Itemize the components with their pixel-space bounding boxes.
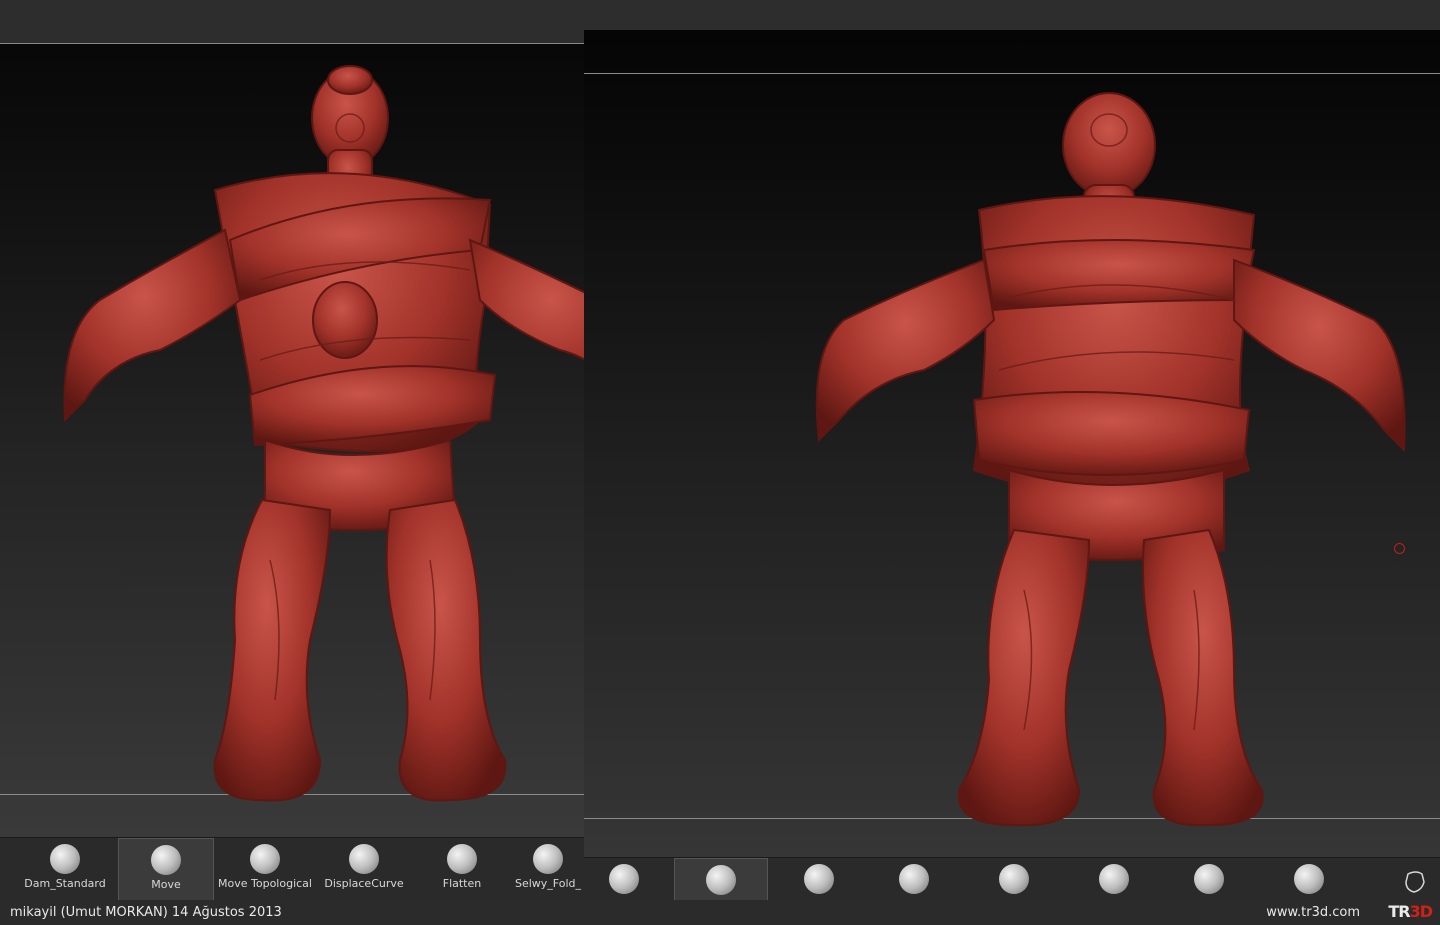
logo-3d: 3D — [1409, 902, 1433, 921]
sculpt-model-front[interactable] — [0, 0, 584, 838]
brush-slot-8[interactable] — [1279, 858, 1339, 900]
brush-icon — [151, 845, 181, 875]
brush-icon — [706, 865, 736, 895]
site-link[interactable]: www.tr3d.com — [1266, 905, 1360, 920]
logo-tr: TR — [1388, 902, 1410, 921]
right-canvas[interactable] — [584, 0, 1440, 858]
sculpt-model-back[interactable] — [584, 0, 1440, 858]
brush-icon — [50, 844, 80, 874]
brush-slot-4[interactable] — [884, 858, 944, 900]
brush-icon — [804, 864, 834, 894]
brush-icon — [609, 864, 639, 894]
brush-icon — [999, 864, 1029, 894]
brush-shelf — [584, 857, 1440, 900]
brush-icon — [447, 844, 477, 874]
brush-icon — [1294, 864, 1324, 894]
tr3d-logo-icon — [1405, 871, 1425, 893]
brush-slot-2[interactable] — [674, 858, 768, 900]
brush-icon — [349, 844, 379, 874]
brush-slot-5[interactable] — [984, 858, 1044, 900]
cursor-marker — [1394, 543, 1405, 554]
brush-icon — [250, 844, 280, 874]
brush-shelf: Dam_Standard Move Move Topological Displ… — [0, 837, 584, 900]
brush-slot-1[interactable] — [594, 858, 654, 900]
tr3d-logo: TR3D — [1388, 902, 1433, 921]
brush-icon — [1194, 864, 1224, 894]
brush-slot-3[interactable] — [789, 858, 849, 900]
brush-slot-6[interactable] — [1084, 858, 1144, 900]
author-credit: mikayil (Umut MORKAN) 14 Ağustos 2013 — [10, 905, 282, 920]
brush-displace-curve[interactable]: DisplaceCurve — [318, 838, 410, 900]
brush-dam-standard[interactable]: Dam_Standard — [18, 838, 112, 900]
left-viewport-panel: Dam_Standard Move Move Topological Displ… — [0, 0, 584, 900]
brush-slot-7[interactable] — [1179, 858, 1239, 900]
brush-move[interactable]: Move — [118, 838, 214, 900]
brush-selwy-fold[interactable]: Selwy_Fold_ — [512, 838, 584, 900]
brush-icon — [1099, 864, 1129, 894]
credit-bar: mikayil (Umut MORKAN) 14 Ağustos 2013 ww… — [0, 900, 1440, 925]
left-canvas[interactable] — [0, 0, 584, 838]
brush-icon — [899, 864, 929, 894]
brush-move-topological[interactable]: Move Topological — [216, 838, 314, 900]
brush-icon — [533, 844, 563, 874]
right-viewport-panel — [584, 0, 1440, 900]
brush-flatten[interactable]: Flatten — [416, 838, 508, 900]
